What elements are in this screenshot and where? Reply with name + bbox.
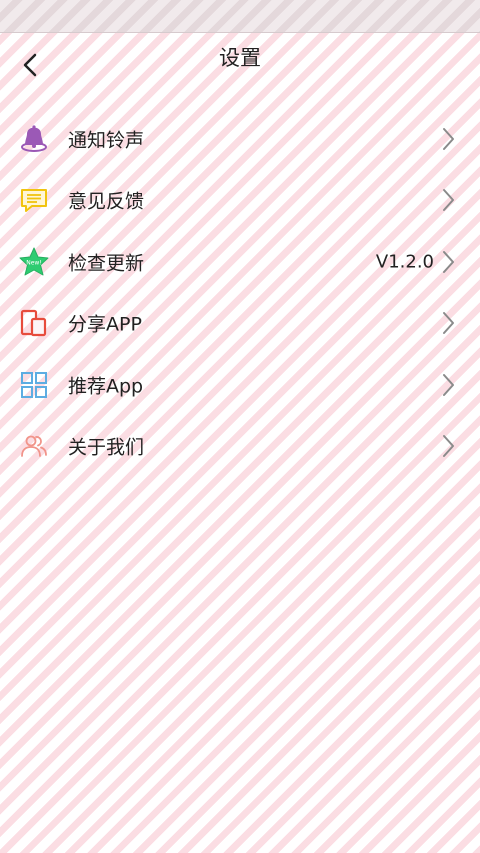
menu-item-label: 关于我们: [68, 436, 145, 459]
chevron-right-icon: [441, 188, 455, 212]
page-title: 设置: [219, 46, 261, 70]
status-bar: [0, 0, 480, 33]
menu-item-recommend-app[interactable]: 推荐App: [0, 354, 480, 416]
settings-menu: 通知铃声 意见反馈 New! 检查更新 V1.2.0 分享APP 推荐App 关…: [0, 108, 480, 477]
menu-item-notification-sound[interactable]: 通知铃声: [0, 108, 480, 170]
menu-item-about-us[interactable]: 关于我们: [0, 416, 480, 478]
menu-item-label: 分享APP: [68, 313, 142, 336]
star-new-icon: New!: [19, 247, 49, 277]
chevron-right-icon: [441, 311, 455, 335]
chevron-right-icon: [441, 127, 455, 151]
grid-icon: [19, 370, 49, 400]
people-icon: [19, 431, 49, 461]
title-bar: 设置: [0, 33, 480, 93]
new-badge-text: New!: [26, 259, 42, 266]
menu-item-feedback[interactable]: 意见反馈: [0, 170, 480, 232]
message-icon: [19, 185, 49, 215]
chevron-right-icon: [441, 434, 455, 458]
chevron-right-icon: [441, 250, 455, 274]
menu-item-share-app[interactable]: 分享APP: [0, 293, 480, 355]
bell-icon: [19, 124, 49, 154]
share-devices-icon: [19, 308, 49, 338]
menu-item-label: 通知铃声: [68, 129, 145, 152]
menu-item-check-update[interactable]: New! 检查更新 V1.2.0: [0, 231, 480, 293]
version-value: V1.2.0: [375, 251, 434, 273]
chevron-right-icon: [441, 373, 455, 397]
menu-item-label: 推荐App: [68, 375, 144, 398]
menu-item-label: 意见反馈: [68, 190, 145, 213]
menu-item-label: 检查更新: [68, 252, 145, 275]
